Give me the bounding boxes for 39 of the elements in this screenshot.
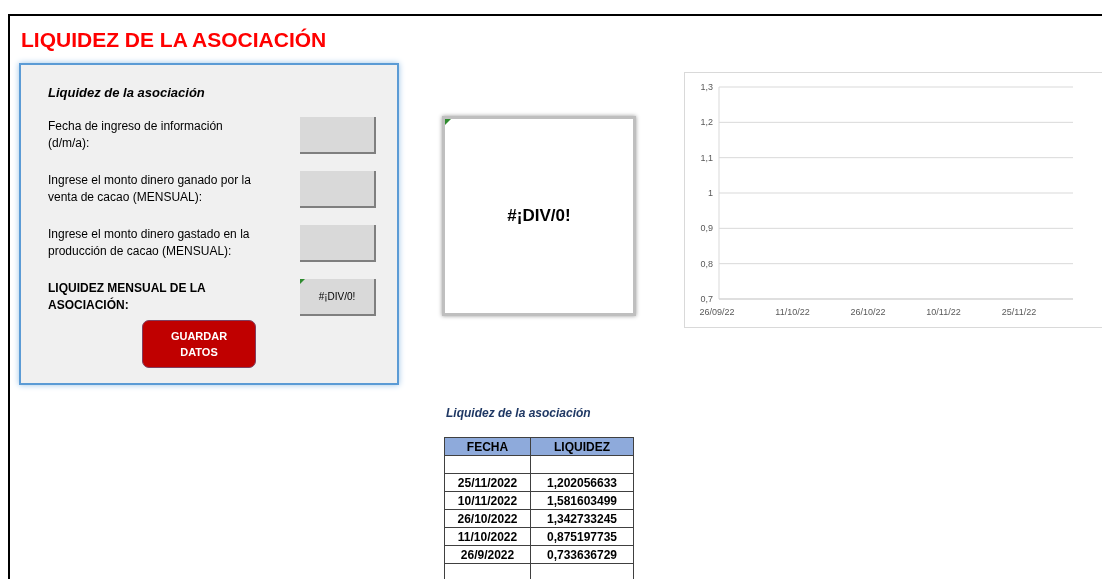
page-title: LIQUIDEZ DE LA ASOCIACIÓN — [21, 27, 327, 53]
error-marker-icon — [445, 119, 451, 125]
result-label: LIQUIDEZ MENSUAL DE LA ASOCIACIÓN: — [48, 280, 207, 314]
table-cell: 0,875197735 — [530, 527, 634, 546]
form-heading: Liquidez de la asociación — [48, 84, 206, 102]
result-value: #¡DIV/0! — [507, 205, 571, 228]
input-field[interactable] — [300, 224, 376, 262]
y-tick-label: 1,1 — [700, 152, 713, 163]
table-cell: 1,342733245 — [530, 509, 634, 528]
table-cell: 0,733636729 — [530, 545, 634, 564]
field-label: Ingrese el monto dinero ganado por la venta de cacao (MENSUAL): — [48, 172, 252, 206]
y-tick-label: 0,9 — [700, 223, 713, 234]
y-tick-label: 0,8 — [700, 258, 713, 269]
y-tick-label: 1 — [708, 188, 713, 198]
x-tick-label: 25/11/22 — [1001, 307, 1037, 317]
field-label: Fecha de ingreso de información (d/m/a): — [48, 118, 224, 152]
table-cell: 25/11/2022 — [444, 473, 531, 492]
x-tick-label: 10/11/22 — [926, 307, 961, 317]
y-tick-label: 1,2 — [700, 117, 713, 128]
column-header: LIQUIDEZ — [530, 437, 634, 456]
field-label: Ingrese el monto dinero gastado en la producción de cacao (MENSUAL): — [48, 226, 251, 260]
table-title: Liquidez de la asociación — [446, 405, 591, 422]
save-button[interactable]: GUARDAR DATOS — [142, 319, 256, 368]
x-tick-label: 26/09/22 — [699, 307, 735, 317]
table-cell: 26/9/2022 — [444, 545, 531, 564]
x-tick-label: 26/10/22 — [850, 307, 886, 317]
y-tick-label: 0,7 — [700, 294, 713, 304]
result-value: #¡DIV/0! — [318, 289, 356, 304]
column-header: FECHA — [444, 437, 531, 456]
error-marker-icon — [300, 278, 305, 284]
table-cell: 1,202056633 — [530, 473, 634, 492]
input-field[interactable] — [300, 116, 376, 154]
table-cell: 1,581603499 — [530, 491, 634, 510]
table-cell: 26/10/2022 — [444, 509, 531, 528]
x-tick-label: 11/10/22 — [775, 307, 810, 317]
input-field[interactable] — [300, 170, 376, 208]
table-cell: 10/11/2022 — [444, 491, 531, 510]
table-cell: 11/10/2022 — [444, 527, 531, 546]
y-tick-label: 1,3 — [700, 82, 713, 92]
